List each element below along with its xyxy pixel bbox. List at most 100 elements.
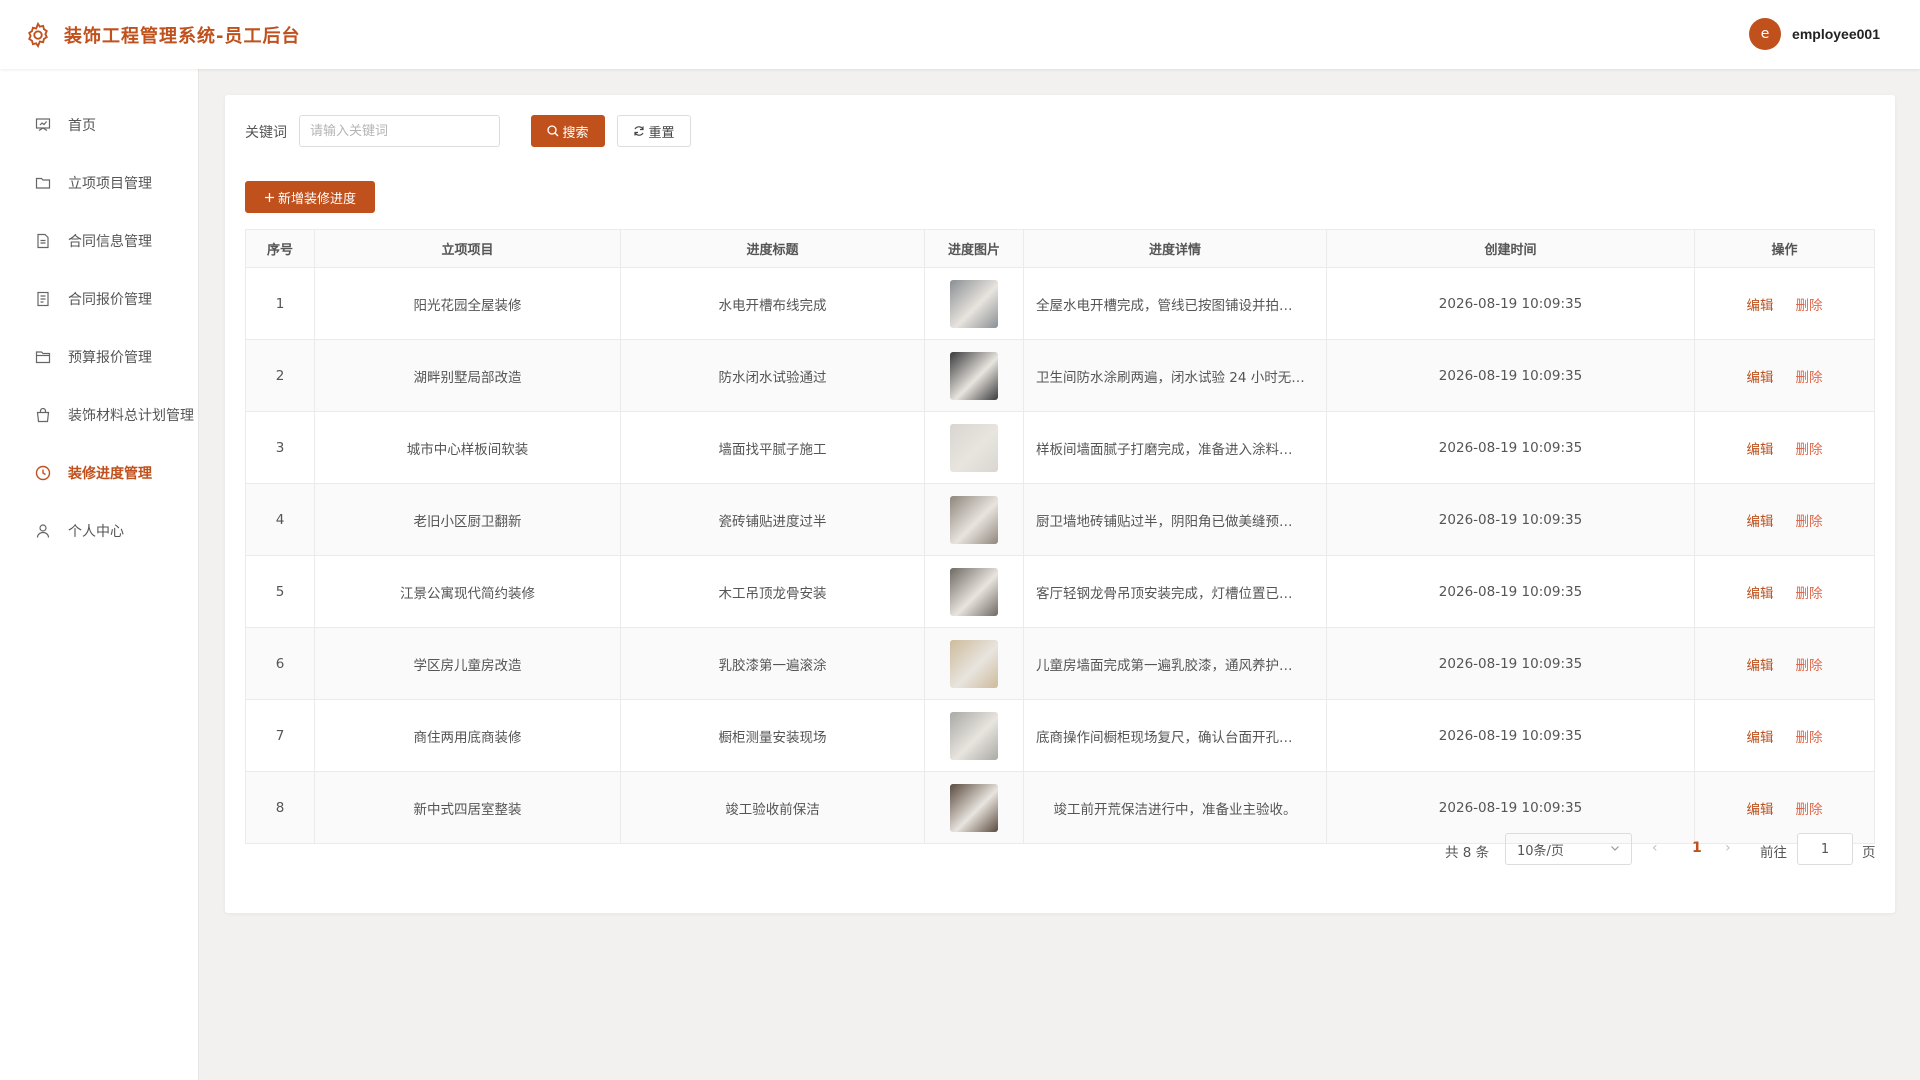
sidebar-item-home[interactable]: 首页 (0, 96, 198, 154)
project-name: 老旧小区厨卫翻新 (314, 483, 621, 556)
delete-button[interactable]: 删除 (1796, 298, 1823, 314)
row-index: 8 (245, 771, 315, 844)
delete-button[interactable]: 删除 (1796, 730, 1823, 746)
progress-thumbnail[interactable] (950, 351, 998, 400)
username[interactable]: employee001 (1792, 26, 1880, 42)
sidebar-item-progress[interactable]: 装修进度管理 (0, 444, 198, 502)
goto-page-input[interactable] (1797, 833, 1853, 865)
delete-button[interactable]: 删除 (1796, 442, 1823, 458)
delete-button[interactable]: 删除 (1796, 370, 1823, 386)
edit-button[interactable]: 编辑 (1747, 370, 1774, 386)
sidebar-item-budget-quotes[interactable]: 预算报价管理 (0, 328, 198, 386)
sidebar-item-projects[interactable]: 立项项目管理 (0, 154, 198, 212)
progress-image-cell (924, 771, 1024, 844)
progress-title: 木工吊顶龙骨安装 (620, 555, 925, 628)
created-time: 2026-08-19 10:09:35 (1326, 267, 1695, 340)
progress-detail: 厨卫墙地砖铺贴过半，阴阳角已做美缝预… (1023, 483, 1327, 556)
project-name: 城市中心样板间软装 (314, 411, 621, 484)
table-row: 6 学区房儿童房改造 乳胶漆第一遍滚涂 儿童房墙面完成第一遍乳胶漆，通风养护… 2026… (245, 627, 1875, 700)
main-card: 关键词 搜索 重置 新增装修进度 序号 立项项目 进度标题 进度图片 进度详情 (225, 95, 1895, 913)
column-header: 操作 (1694, 229, 1875, 268)
row-index: 2 (245, 339, 315, 412)
prev-page-icon[interactable]: ‹ (1652, 840, 1658, 856)
progress-thumbnail[interactable] (950, 279, 998, 328)
edit-button[interactable]: 编辑 (1747, 514, 1774, 530)
sidebar-item-contract-quotes[interactable]: 合同报价管理 (0, 270, 198, 328)
progress-title: 竣工验收前保洁 (620, 771, 925, 844)
edit-button[interactable]: 编辑 (1747, 298, 1774, 314)
progress-title: 乳胶漆第一遍滚涂 (620, 627, 925, 700)
created-time: 2026-08-19 10:09:35 (1326, 699, 1695, 772)
sidebar-item-contracts[interactable]: 合同信息管理 (0, 212, 198, 270)
progress-thumbnail[interactable] (950, 495, 998, 544)
keyword-label: 关键词 (245, 125, 287, 141)
edit-button[interactable]: 编辑 (1747, 586, 1774, 602)
progress-thumbnail[interactable] (950, 711, 998, 760)
project-name: 湖畔别墅局部改造 (314, 339, 621, 412)
keyword-input[interactable] (299, 115, 500, 147)
column-header: 进度标题 (620, 229, 925, 268)
add-progress-button[interactable]: 新增装修进度 (245, 181, 375, 213)
user-menu[interactable]: e employee001 (1749, 18, 1880, 50)
column-header: 进度详情 (1023, 229, 1327, 268)
row-actions: 编辑 删除 (1694, 699, 1875, 772)
table-row: 5 江景公寓现代简约装修 木工吊顶龙骨安装 客厅轻钢龙骨吊顶安装完成，灯槽位置已… 20… (245, 555, 1875, 628)
sidebar-item-label: 合同信息管理 (68, 234, 152, 250)
row-index: 1 (245, 267, 315, 340)
sidebar-item-label: 首页 (68, 118, 96, 134)
reset-button[interactable]: 重置 (617, 115, 691, 147)
progress-thumbnail[interactable] (950, 423, 998, 472)
progress-image-cell (924, 483, 1024, 556)
sidebar-item-materials[interactable]: 装饰材料总计划管理 (0, 386, 198, 444)
page-number[interactable]: 1 (1692, 840, 1702, 856)
column-header: 序号 (245, 229, 315, 268)
progress-title: 瓷砖铺贴进度过半 (620, 483, 925, 556)
next-page-icon[interactable]: › (1725, 840, 1731, 856)
document-icon (34, 232, 52, 250)
sidebar-item-profile[interactable]: 个人中心 (0, 502, 198, 560)
avatar[interactable]: e (1749, 18, 1782, 50)
progress-image-cell (924, 699, 1024, 772)
delete-button[interactable]: 删除 (1796, 658, 1823, 674)
total-count: 共 8 条 (1445, 845, 1490, 861)
progress-thumbnail[interactable] (950, 783, 998, 832)
edit-button[interactable]: 编辑 (1747, 442, 1774, 458)
page-size-value: 10条/页 (1517, 843, 1564, 859)
edit-button[interactable]: 编辑 (1747, 730, 1774, 746)
sidebar-item-label: 装饰材料总计划管理 (68, 408, 194, 424)
progress-image-cell (924, 627, 1024, 700)
delete-button[interactable]: 删除 (1796, 586, 1823, 602)
reset-button-label: 重置 (648, 125, 675, 141)
progress-image-cell (924, 267, 1024, 340)
progress-image-cell (924, 411, 1024, 484)
folder-icon (34, 174, 52, 192)
search-button[interactable]: 搜索 (531, 115, 605, 147)
created-time: 2026-08-19 10:09:35 (1326, 483, 1695, 556)
progress-thumbnail[interactable] (950, 639, 998, 688)
progress-thumbnail[interactable] (950, 567, 998, 616)
gear-icon (24, 21, 52, 49)
edit-button[interactable]: 编辑 (1747, 802, 1774, 818)
sidebar-item-label: 个人中心 (68, 524, 124, 540)
page-size-select[interactable]: 10条/页 (1505, 833, 1632, 865)
search-icon (547, 125, 559, 137)
row-actions: 编辑 删除 (1694, 411, 1875, 484)
row-actions: 编辑 删除 (1694, 339, 1875, 412)
project-name: 江景公寓现代简约装修 (314, 555, 621, 628)
column-header: 进度图片 (924, 229, 1024, 268)
row-index: 5 (245, 555, 315, 628)
row-index: 3 (245, 411, 315, 484)
row-index: 6 (245, 627, 315, 700)
project-name: 商住两用底商装修 (314, 699, 621, 772)
delete-button[interactable]: 删除 (1796, 514, 1823, 530)
progress-image-cell (924, 339, 1024, 412)
edit-button[interactable]: 编辑 (1747, 658, 1774, 674)
user-icon (34, 522, 52, 540)
created-time: 2026-08-19 10:09:35 (1326, 627, 1695, 700)
delete-button[interactable]: 删除 (1796, 802, 1823, 818)
progress-title: 橱柜测量安装现场 (620, 699, 925, 772)
page-suffix: 页 (1862, 845, 1876, 861)
row-actions: 编辑 删除 (1694, 483, 1875, 556)
sidebar: 首页 立项项目管理 合同信息管理 合同报价管理 预算报价管理 装饰材料总计划管理 (0, 69, 199, 1080)
goto-label: 前往 (1760, 845, 1787, 861)
